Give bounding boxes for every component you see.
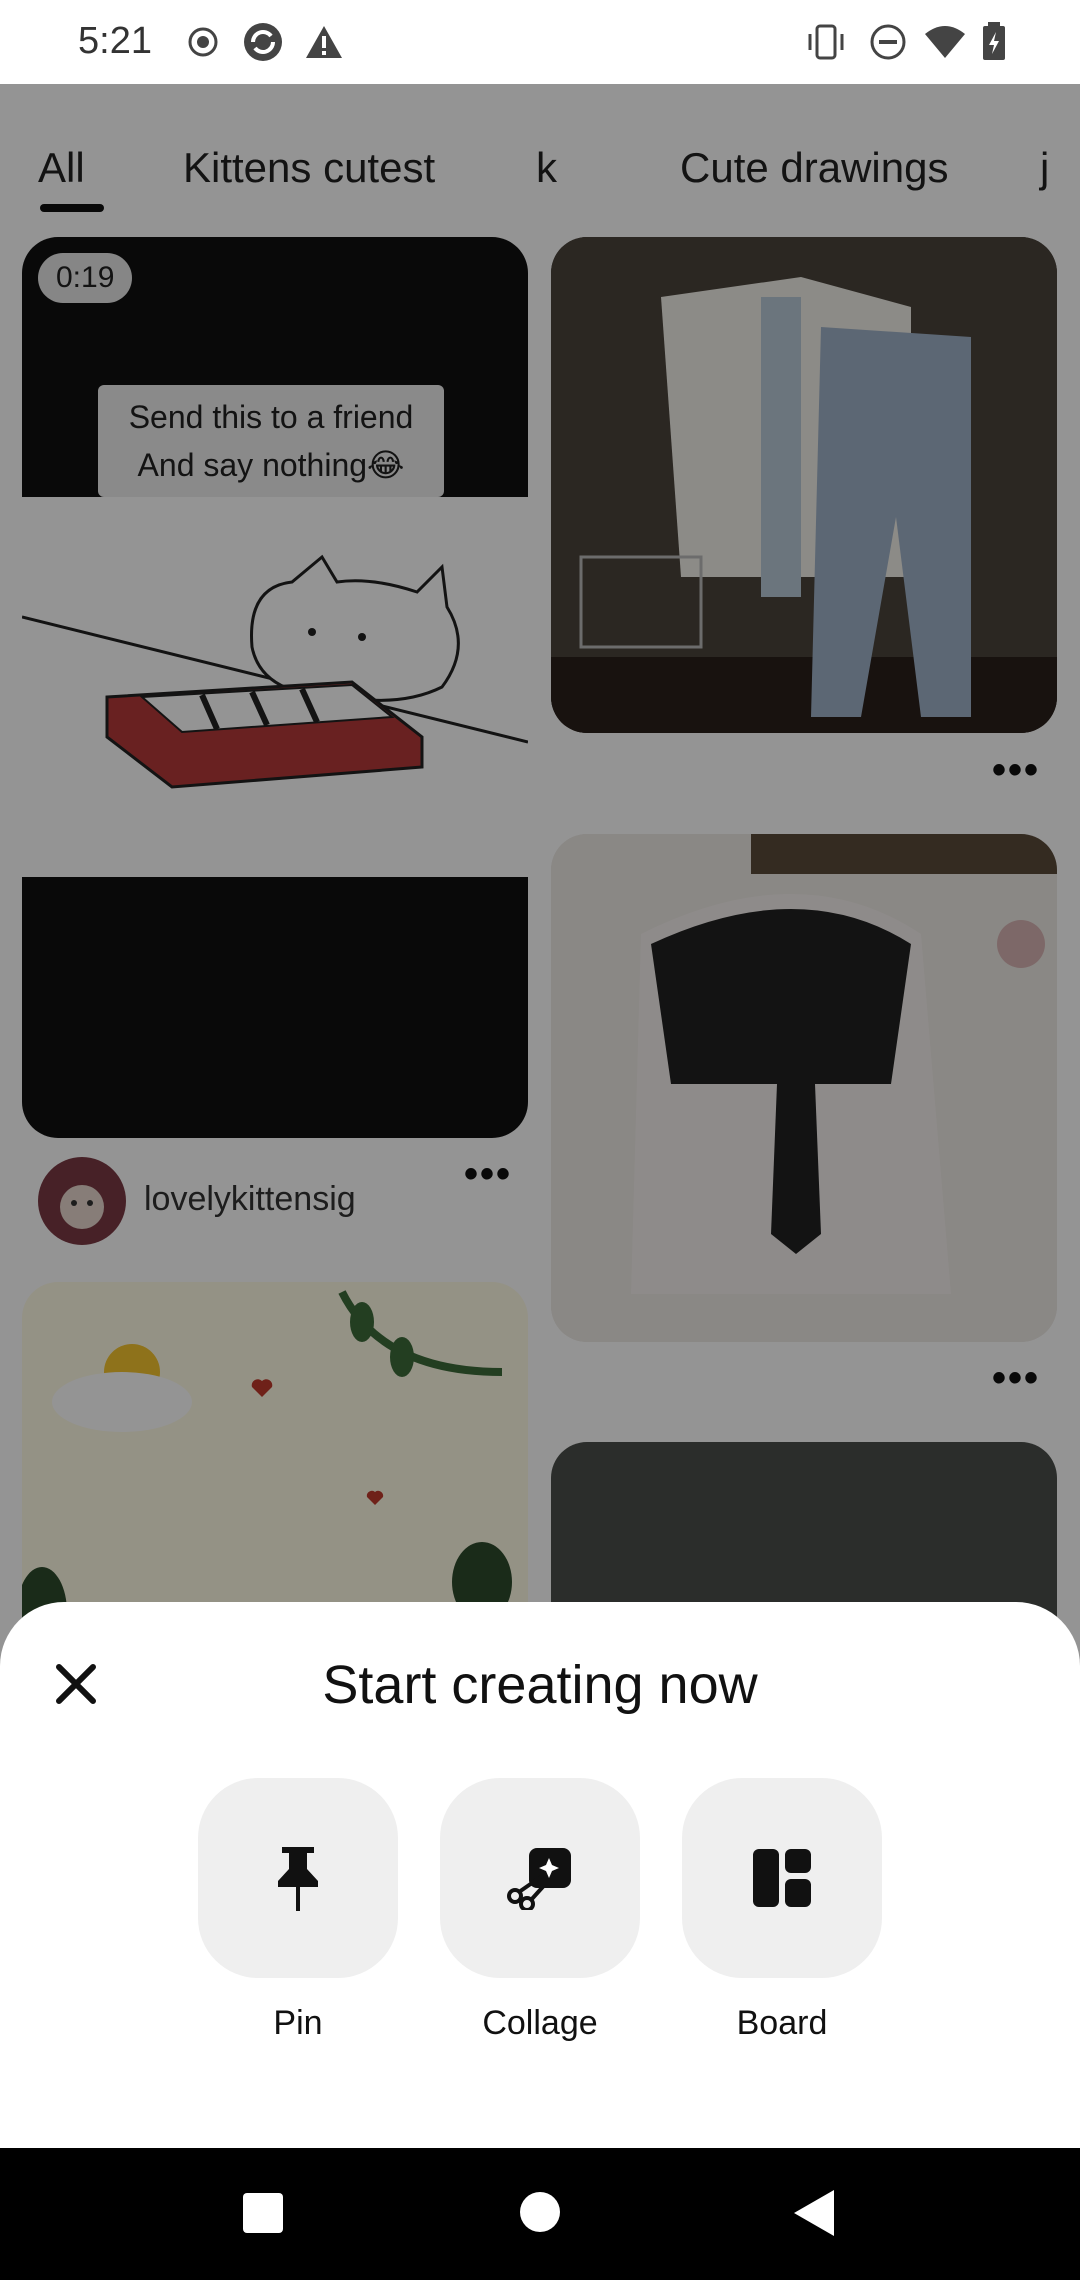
record-icon — [186, 20, 220, 69]
system-nav-bar — [0, 2148, 1080, 2280]
create-pin-button[interactable]: Pin — [198, 1778, 398, 2043]
warning-icon — [304, 20, 344, 69]
create-board-label: Board — [736, 2004, 828, 2042]
do-not-disturb-icon — [868, 20, 908, 69]
create-board-button[interactable]: Board — [682, 1778, 882, 2043]
create-pin-label: Pin — [273, 2004, 323, 2042]
home-circle-icon[interactable] — [518, 2190, 562, 2239]
battery-charging-icon — [980, 20, 1008, 69]
status-time: 5:21 — [78, 20, 152, 62]
status-bar: 5:21 — [0, 0, 1080, 84]
screen: 5:21 All Kittens cutest k Cute drawings — [0, 0, 1080, 2280]
board-icon[interactable] — [682, 1778, 882, 1978]
create-collage-button[interactable]: Collage — [440, 1778, 640, 2043]
pushpin-icon[interactable] — [198, 1778, 398, 1978]
wifi-icon — [922, 20, 968, 69]
create-bottom-sheet: Start creating now Pin Collage Board — [0, 1602, 1080, 2148]
sheet-title: Start creating now — [322, 1655, 758, 1715]
vibrate-icon — [804, 20, 848, 69]
collage-scissors-icon[interactable] — [440, 1778, 640, 1978]
sync-icon — [240, 20, 286, 69]
back-triangle-icon[interactable] — [792, 2188, 836, 2243]
create-collage-label: Collage — [482, 2004, 598, 2042]
recents-square-icon[interactable] — [242, 2192, 284, 2239]
